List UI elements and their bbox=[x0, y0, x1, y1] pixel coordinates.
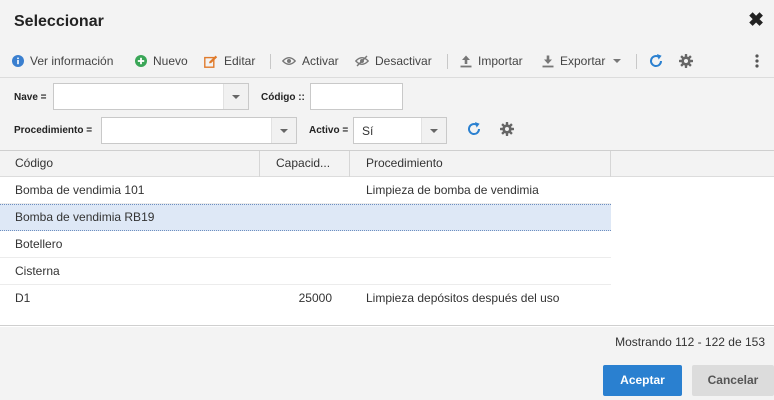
importar-label: Importar bbox=[478, 54, 523, 68]
plus-circle-icon bbox=[135, 55, 147, 67]
results-grid: Código Capacid... Procedimiento Bomba de… bbox=[0, 150, 774, 326]
table-row[interactable]: Botellero bbox=[0, 231, 611, 258]
ver-informacion-label: Ver información bbox=[30, 54, 114, 68]
nave-label: Nave = bbox=[14, 92, 47, 103]
activo-select[interactable]: Sí bbox=[353, 117, 447, 144]
cancel-button[interactable]: Cancelar bbox=[692, 365, 774, 396]
download-icon bbox=[542, 55, 554, 68]
toolbar: Ver información Nuevo Editar Activar Des… bbox=[0, 44, 774, 78]
column-header-procedimiento[interactable]: Procedimiento bbox=[350, 151, 611, 177]
cell-procedimiento bbox=[366, 258, 606, 284]
codigo-input[interactable] bbox=[310, 83, 403, 110]
column-header-capacidad[interactable]: Capacid... bbox=[260, 151, 350, 177]
caret-down-icon bbox=[613, 59, 622, 63]
toolbar-divider bbox=[270, 54, 271, 69]
eye-slash-icon bbox=[355, 55, 369, 67]
cell-codigo: Bomba de vendimia RB19 bbox=[15, 210, 155, 224]
chevron-down-icon[interactable] bbox=[223, 84, 248, 109]
activo-value: Sí bbox=[362, 124, 374, 138]
cell-codigo: D1 bbox=[15, 291, 31, 305]
desactivar-label: Desactivar bbox=[375, 54, 432, 68]
activar-button[interactable]: Activar bbox=[282, 53, 339, 69]
close-icon[interactable]: ✖ bbox=[748, 11, 764, 31]
table-row-selected[interactable]: Bomba de vendimia RB19 bbox=[0, 204, 611, 231]
cell-procedimiento: Limpieza de bomba de vendimia bbox=[366, 183, 539, 197]
toolbar-divider bbox=[636, 54, 637, 69]
grid-header: Código Capacid... Procedimiento bbox=[0, 151, 774, 177]
gear-icon[interactable] bbox=[679, 53, 693, 69]
desactivar-button[interactable]: Desactivar bbox=[355, 53, 432, 69]
cell-procedimiento bbox=[366, 205, 606, 231]
cell-capacidad bbox=[260, 205, 332, 231]
cell-capacidad bbox=[260, 231, 332, 257]
filter-panel: Nave = Código :: Procedimiento = Activo … bbox=[0, 78, 774, 150]
activo-label: Activo = bbox=[309, 125, 349, 136]
procedimiento-select[interactable] bbox=[101, 117, 297, 144]
column-header-codigo[interactable]: Código bbox=[0, 151, 260, 177]
procedimiento-label: Procedimiento = bbox=[14, 125, 93, 136]
activar-label: Activar bbox=[302, 54, 339, 68]
eye-icon bbox=[282, 56, 296, 66]
cell-capacidad: 25000 bbox=[298, 291, 332, 305]
chevron-down-icon[interactable] bbox=[271, 118, 296, 143]
gear-icon[interactable] bbox=[500, 122, 514, 139]
dialog-title: Seleccionar bbox=[14, 13, 104, 30]
dialog-footer: Mostrando 112 - 122 de 153 Aceptar Cance… bbox=[0, 327, 774, 400]
accept-button[interactable]: Aceptar bbox=[603, 365, 682, 396]
table-row[interactable]: D1 25000 Limpieza depósitos después del … bbox=[0, 285, 611, 312]
exportar-label: Exportar bbox=[560, 54, 606, 68]
cell-capacidad bbox=[260, 177, 332, 203]
codigo-label: Código :: bbox=[261, 92, 305, 103]
nave-select[interactable] bbox=[53, 83, 249, 110]
cell-codigo: Bomba de vendimia 101 bbox=[15, 183, 145, 197]
cell-capacidad bbox=[260, 258, 332, 284]
toolbar-divider bbox=[447, 54, 448, 69]
nuevo-button[interactable]: Nuevo bbox=[135, 53, 188, 69]
table-row[interactable]: Bomba de vendimia 101 Limpieza de bomba … bbox=[0, 177, 611, 204]
chevron-down-icon[interactable] bbox=[421, 118, 446, 143]
edit-icon bbox=[204, 55, 218, 68]
exportar-button[interactable]: Exportar bbox=[542, 53, 622, 69]
pagination-count: Mostrando 112 - 122 de 153 bbox=[615, 335, 765, 349]
table-row[interactable]: Cisterna bbox=[0, 258, 611, 285]
upload-icon bbox=[460, 55, 472, 68]
importar-button[interactable]: Importar bbox=[460, 53, 523, 69]
refresh-icon[interactable] bbox=[648, 53, 664, 69]
nuevo-label: Nuevo bbox=[153, 54, 188, 68]
more-vertical-icon[interactable] bbox=[755, 53, 759, 69]
dialog-titlebar: Seleccionar ✖ bbox=[0, 0, 774, 44]
refresh-icon[interactable] bbox=[466, 121, 482, 140]
info-icon bbox=[12, 55, 24, 67]
editar-label: Editar bbox=[224, 54, 256, 68]
cell-procedimiento: Limpieza depósitos después del uso bbox=[366, 291, 560, 305]
cell-codigo: Botellero bbox=[15, 237, 63, 251]
ver-informacion-button[interactable]: Ver información bbox=[12, 53, 113, 69]
editar-button[interactable]: Editar bbox=[204, 53, 255, 69]
cell-codigo: Cisterna bbox=[15, 264, 60, 278]
cell-procedimiento bbox=[366, 231, 606, 257]
